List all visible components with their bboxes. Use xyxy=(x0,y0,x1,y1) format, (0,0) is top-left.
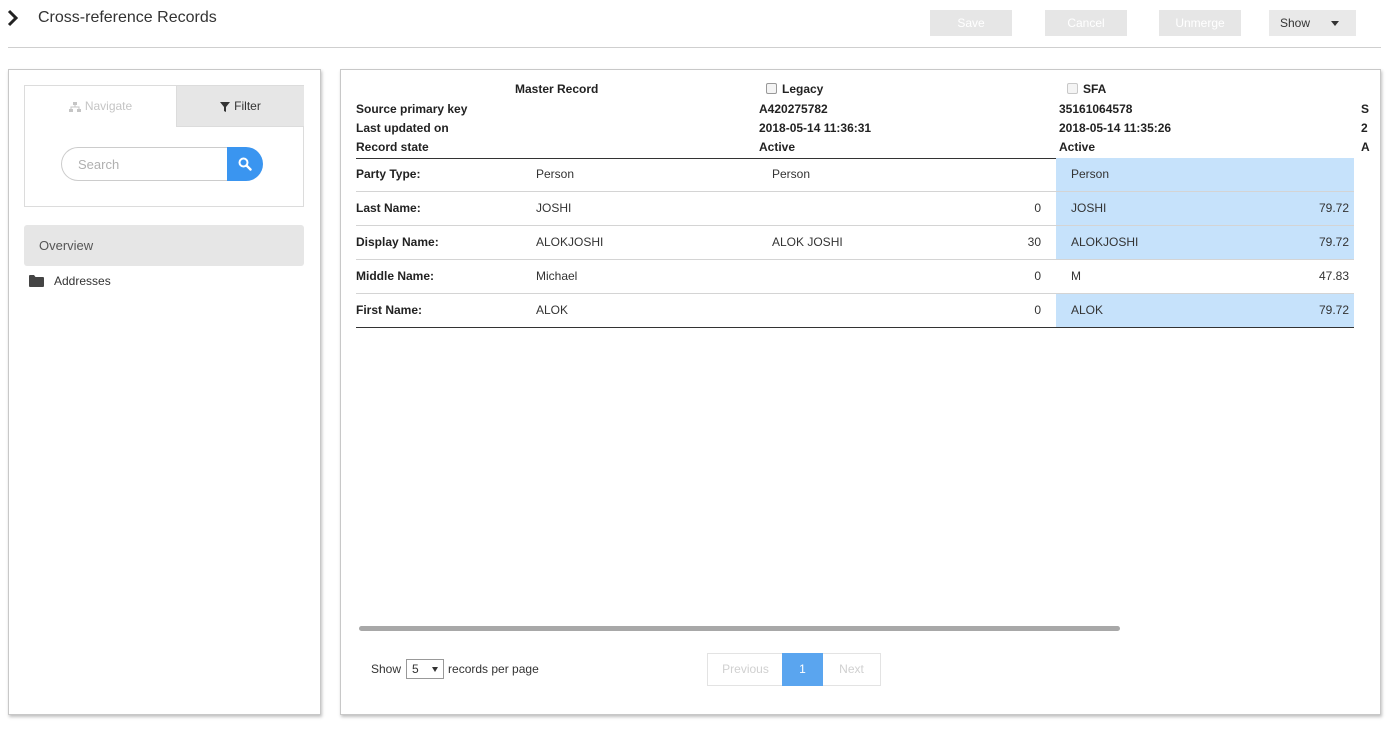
legacy-record-state: Active xyxy=(759,140,796,154)
records-per-page-label: records per page xyxy=(448,662,539,676)
table-row[interactable]: First Name: ALOK 0 ALOK 79.72 xyxy=(356,294,1354,328)
legacy-column-header: Legacy xyxy=(766,82,823,96)
page-header: Cross-reference Records Save Cancel Unme… xyxy=(0,0,1389,48)
legacy-score: 30 xyxy=(1027,235,1041,249)
cancel-button[interactable]: Cancel xyxy=(1045,10,1127,36)
show-dropdown[interactable]: Show xyxy=(1269,10,1356,36)
search-box xyxy=(61,147,263,181)
legacy-source-key: A420275782 xyxy=(759,102,828,116)
table-row[interactable]: Last Name: JOSHI 0 JOSHI 79.72 xyxy=(356,192,1354,226)
tab-navigate-label: Navigate xyxy=(84,99,133,113)
sidebar-item-addresses[interactable]: Addresses xyxy=(29,272,111,290)
sfa-checkbox[interactable] xyxy=(1067,83,1078,94)
sfa-score: 79.72 xyxy=(1318,303,1349,317)
caret-down-icon xyxy=(432,667,439,672)
field-label: First Name: xyxy=(356,303,423,317)
sfa-column-header: SFA xyxy=(1067,82,1106,96)
previous-page-button[interactable]: Previous xyxy=(707,653,783,686)
sfa-value: M xyxy=(1071,269,1081,283)
sfa-score: 79.72 xyxy=(1318,201,1349,215)
table-row[interactable]: Party Type: Person Person Person xyxy=(356,158,1354,192)
page-title: Cross-reference Records xyxy=(38,9,217,26)
legacy-value: Person xyxy=(772,167,811,181)
navigation-panel: Navigate Filter Overview Addresses xyxy=(8,69,321,715)
sfa-source-key: 35161064578 xyxy=(1059,102,1133,116)
sfa-value: ALOKJOSHI xyxy=(1071,235,1139,249)
panel-tabs: Navigate Filter xyxy=(24,85,304,207)
meta-label: Record state xyxy=(356,140,429,154)
meta-label: Last updated on xyxy=(356,121,449,135)
table-row[interactable]: Display Name: ALOKJOSHI ALOK JOSHI 30 ALOKJO… xyxy=(356,226,1354,260)
page-1-button[interactable]: 1 xyxy=(782,653,823,686)
field-label: Party Type: xyxy=(356,167,421,181)
sfa-score: 47.83 xyxy=(1318,269,1349,283)
folder-icon xyxy=(29,275,44,287)
save-button[interactable]: Save xyxy=(930,10,1012,36)
legacy-last-updated: 2018-05-14 11:36:31 xyxy=(759,121,872,135)
truncated-column-value: A xyxy=(1361,140,1370,154)
master-record-header: Master Record xyxy=(515,82,599,96)
page-size-select[interactable]: 5 xyxy=(406,659,445,679)
legacy-score: 0 xyxy=(1034,269,1041,283)
sfa-value: Person xyxy=(1071,167,1110,181)
field-label: Middle Name: xyxy=(356,269,435,283)
sfa-value: ALOK xyxy=(1071,303,1104,317)
sidebar-item-overview[interactable]: Overview xyxy=(24,225,304,266)
truncated-column-value: 2 xyxy=(1361,121,1368,135)
tab-filter-label: Filter xyxy=(234,99,261,113)
table-row[interactable]: Middle Name: Michael 0 M 47.83 xyxy=(356,260,1354,294)
sfa-last-updated: 2018-05-14 11:35:26 xyxy=(1059,121,1172,135)
search-input[interactable] xyxy=(61,147,231,181)
chevron-right-icon[interactable] xyxy=(6,8,22,28)
master-value: ALOKJOSHI xyxy=(536,235,604,249)
legacy-checkbox[interactable] xyxy=(766,83,777,94)
horizontal-scrollbar[interactable] xyxy=(359,626,1120,631)
field-label: Last Name: xyxy=(356,201,421,215)
master-value: JOSHI xyxy=(536,201,572,215)
tab-filter[interactable]: Filter xyxy=(176,86,304,127)
tab-navigate[interactable]: Navigate xyxy=(25,86,176,127)
hierarchy-icon xyxy=(68,101,81,112)
unmerge-button[interactable]: Unmerge xyxy=(1159,10,1241,36)
filter-icon xyxy=(220,101,231,112)
master-value: Person xyxy=(536,167,575,181)
header-divider xyxy=(8,47,1381,48)
search-button[interactable] xyxy=(227,147,263,181)
legacy-score xyxy=(956,158,1041,191)
next-page-button[interactable]: Next xyxy=(823,653,881,686)
sfa-header-label: SFA xyxy=(1083,82,1107,96)
field-label: Display Name: xyxy=(356,235,439,249)
show-dropdown-label: Show xyxy=(1280,16,1311,30)
legacy-score: 0 xyxy=(1034,201,1041,215)
truncated-column-value: S xyxy=(1361,102,1370,116)
show-label: Show xyxy=(371,662,402,676)
legacy-score: 0 xyxy=(1034,303,1041,317)
master-value: ALOK xyxy=(536,303,569,317)
legacy-value: ALOK JOSHI xyxy=(772,235,843,249)
sfa-value: JOSHI xyxy=(1071,201,1107,215)
sfa-score xyxy=(1216,158,1349,191)
page-size-control: Show 5 records per page xyxy=(371,658,539,680)
sfa-record-state: Active xyxy=(1059,140,1096,154)
search-icon xyxy=(238,157,252,171)
page-size-value: 5 xyxy=(412,662,419,676)
sfa-score: 79.72 xyxy=(1318,235,1349,249)
legacy-header-label: Legacy xyxy=(782,82,824,96)
sidebar-item-label: Addresses xyxy=(54,274,111,288)
meta-label: Source primary key xyxy=(356,102,468,116)
caret-down-icon xyxy=(1331,21,1339,26)
records-panel: Master Record Legacy SFA Source primary … xyxy=(340,69,1381,715)
master-value: Michael xyxy=(536,269,578,283)
